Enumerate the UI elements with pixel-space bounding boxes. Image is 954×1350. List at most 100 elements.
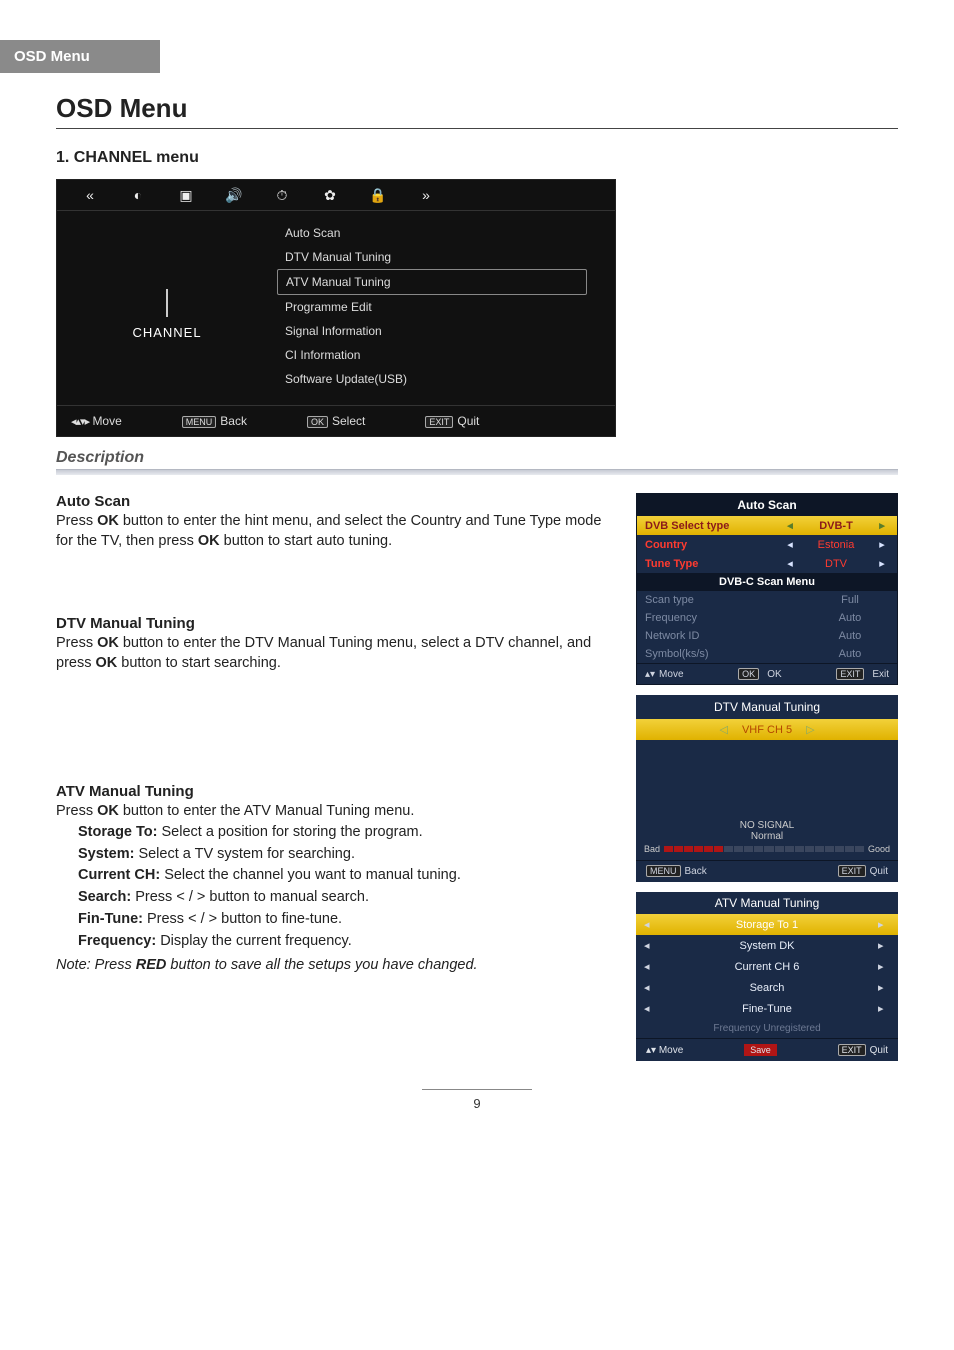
- description-rule: [56, 469, 898, 475]
- description-label: Description: [56, 449, 898, 467]
- section-channel-menu: 1. CHANNEL menu: [56, 149, 898, 167]
- signal-bar: Bad Good: [636, 842, 898, 860]
- page-number: 9: [422, 1089, 532, 1111]
- footer-quit: EXITQuit: [425, 414, 479, 428]
- time-tab-icon: ⏱: [273, 186, 291, 204]
- dtv-heading: DTV Manual Tuning: [56, 615, 610, 632]
- panel-footer: MENUBack EXITQuit: [636, 860, 898, 882]
- menu-key-icon: MENU: [182, 416, 217, 428]
- atv-line[interactable]: ◂Search▸: [636, 977, 898, 998]
- panel-footer: ▴▾Move OKOK EXITExit: [637, 663, 897, 684]
- dtv-channel-value: VHF CH 5: [742, 724, 792, 736]
- panel-footer: ▴▾ Move Save EXITQuit: [636, 1038, 898, 1061]
- right-arrow-icon[interactable]: ▸: [878, 918, 890, 931]
- right-arrow-icon[interactable]: ▸: [878, 939, 890, 952]
- exit-key-icon: EXIT: [838, 1044, 866, 1056]
- menu-footer: ◂▴▾▸ Move MENUBack OKSelect EXITQuit: [57, 405, 615, 436]
- atv-heading: ATV Manual Tuning: [56, 783, 610, 800]
- atv-note: Note: Press RED button to save all the s…: [56, 956, 610, 976]
- ok-key-icon: OK: [738, 668, 759, 680]
- menu-item[interactable]: DTV Manual Tuning: [277, 245, 587, 269]
- right-arrow-icon[interactable]: ▸: [878, 981, 890, 994]
- panel-subhead: DVB-C Scan Menu: [637, 573, 897, 591]
- atv-line[interactable]: ◂Current CH 6▸: [636, 956, 898, 977]
- panel-title: ATV Manual Tuning: [636, 892, 898, 914]
- auto-scan-section: Auto Scan Press OK button to enter the h…: [56, 493, 610, 551]
- footer-move: ◂▴▾▸ Move: [71, 414, 122, 428]
- signal-label: NO SIGNALNormal: [636, 818, 898, 842]
- left-arrow-icon[interactable]: ◂: [644, 960, 656, 973]
- left-arrow-icon[interactable]: ◂: [644, 981, 656, 994]
- panel-row[interactable]: Country ◂ Estonia ▸: [637, 535, 897, 554]
- picture-tab-icon: ◐: [129, 186, 147, 204]
- atv-definitions: Storage To: Select a position for storin…: [78, 822, 610, 953]
- dtv-body: Press OK button to enter the DTV Manual …: [56, 634, 610, 673]
- page-title: OSD Menu: [56, 93, 898, 124]
- setup-tab-icon: ✿: [321, 186, 339, 204]
- atv-def: Fin-Tune: Press < / > button to fine-tun…: [78, 909, 610, 931]
- left-arrow-icon[interactable]: ◂: [644, 1002, 656, 1015]
- menu-item-list: Auto Scan DTV Manual Tuning ATV Manual T…: [277, 215, 615, 397]
- right-arrow-icon[interactable]: ▸: [878, 1002, 890, 1015]
- menu-tab-bar: « ◐ ▣ 🔊 ⏱ ✿ 🔒 »: [57, 180, 615, 211]
- menu-key-icon: MENU: [646, 865, 681, 877]
- atv-def: System: Select a TV system for searching…: [78, 844, 610, 866]
- atv-line[interactable]: ◂Fine-Tune▸: [636, 998, 898, 1019]
- left-arrow-icon[interactable]: ◂: [644, 939, 656, 952]
- exit-key-icon: EXIT: [838, 865, 866, 877]
- left-arrow-icon[interactable]: ◂: [644, 918, 656, 931]
- dtv-section: DTV Manual Tuning Press OK button to ent…: [56, 615, 610, 673]
- left-arrow-icon[interactable]: ◁: [719, 723, 727, 736]
- panel-title: DTV Manual Tuning: [636, 695, 898, 719]
- atv-frequency: Frequency Unregistered: [636, 1019, 898, 1038]
- footer-select: OKSelect: [307, 414, 365, 428]
- atv-def: Current CH: Select the channel you want …: [78, 865, 610, 887]
- menu-item[interactable]: Signal Information: [277, 319, 587, 343]
- title-rule: [56, 128, 898, 129]
- dtv-channel-picker[interactable]: ◁ VHF CH 5 ▷: [636, 719, 898, 740]
- channel-menu-screenshot: « ◐ ▣ 🔊 ⏱ ✿ 🔒 » CHANNEL Auto Scan DTV Ma…: [56, 179, 616, 437]
- panel-row-dim: Scan typeFull: [637, 591, 897, 609]
- atv-def: Search: Press < / > button to manual sea…: [78, 887, 610, 909]
- atv-def: Storage To: Select a position for storin…: [78, 822, 610, 844]
- auto-scan-heading: Auto Scan: [56, 493, 610, 510]
- panel-row-selected[interactable]: DVB Select type ◂ DVB-T ▸: [637, 516, 897, 535]
- atv-intro: Press OK button to enter the ATV Manual …: [56, 802, 610, 822]
- auto-scan-panel: Auto Scan DVB Select type ◂ DVB-T ▸ Coun…: [636, 493, 898, 685]
- right-arrow-icon[interactable]: ▸: [875, 557, 889, 570]
- right-arrow-icon[interactable]: ▸: [875, 519, 889, 532]
- atv-line[interactable]: ◂System DK▸: [636, 935, 898, 956]
- updown-icon: ▴▾: [645, 669, 655, 680]
- menu-item[interactable]: Auto Scan: [277, 221, 587, 245]
- panel-row[interactable]: Tune Type ◂ DTV ▸: [637, 554, 897, 573]
- sound-tab-icon: 🔊: [225, 186, 243, 204]
- lock-tab-icon: 🔒: [369, 186, 387, 204]
- atv-line-selected[interactable]: ◂Storage To 1▸: [636, 914, 898, 935]
- page-header-tab: OSD Menu: [0, 40, 160, 73]
- auto-scan-body: Press OK button to enter the hint menu, …: [56, 512, 610, 551]
- right-arrow-icon[interactable]: ▷: [806, 723, 814, 736]
- tab-arrow-left-icon: «: [81, 186, 99, 204]
- antenna-icon: [145, 273, 189, 317]
- menu-item[interactable]: CI Information: [277, 343, 587, 367]
- panel-row-dim: Symbol(ks/s)Auto: [637, 645, 897, 663]
- footer-back: MENUBack: [182, 414, 247, 428]
- menu-item-selected[interactable]: ATV Manual Tuning: [277, 269, 587, 295]
- right-arrow-icon[interactable]: ▸: [878, 960, 890, 973]
- menu-item[interactable]: Programme Edit: [277, 295, 587, 319]
- right-arrow-icon[interactable]: ▸: [875, 538, 889, 551]
- left-arrow-icon[interactable]: ◂: [783, 519, 797, 532]
- atv-section: ATV Manual Tuning Press OK button to ent…: [56, 783, 610, 976]
- left-arrow-icon[interactable]: ◂: [783, 557, 797, 570]
- signal-segments: [664, 846, 864, 852]
- menu-item[interactable]: Software Update(USB): [277, 367, 587, 391]
- updown-icon: ▴▾: [646, 1045, 656, 1056]
- left-arrow-icon[interactable]: ◂: [783, 538, 797, 551]
- ok-key-icon: OK: [307, 416, 328, 428]
- atv-def: Frequency: Display the current frequency…: [78, 931, 610, 953]
- menu-category-label: CHANNEL: [132, 325, 201, 340]
- menu-category-pane: CHANNEL: [57, 215, 277, 397]
- dtv-panel: DTV Manual Tuning ◁ VHF CH 5 ▷ NO SIGNAL…: [636, 695, 898, 882]
- panel-row-dim: FrequencyAuto: [637, 609, 897, 627]
- exit-key-icon: EXIT: [836, 668, 864, 680]
